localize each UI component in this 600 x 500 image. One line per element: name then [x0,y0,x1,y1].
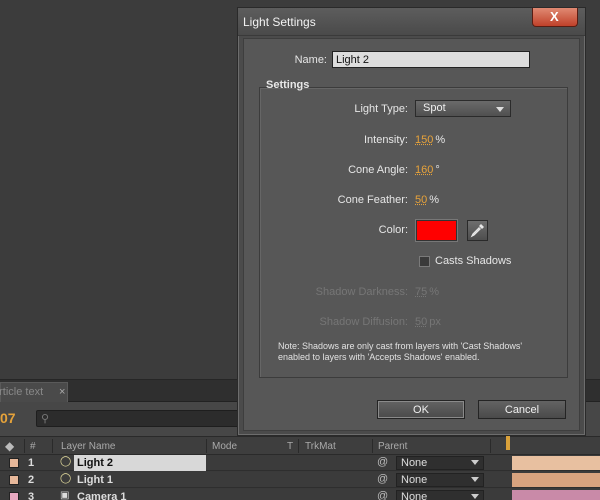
shadow-darkness-unit: % [429,286,439,298]
column-layer-name[interactable]: Layer Name [61,441,115,452]
layer-number: 3 [28,491,34,500]
label-column-icon[interactable]: ◆ [5,439,14,453]
layer-name[interactable]: Light 2 [74,455,206,471]
shadow-diffusion-value: 50 [415,316,427,328]
layer-name[interactable]: Light 1 [74,472,206,488]
eyedropper-button[interactable] [467,220,488,241]
eyedropper-icon [468,221,487,240]
layer-row[interactable]: 1 ◯ Light 2 @ None [0,455,600,471]
cancel-button[interactable]: Cancel [478,400,566,419]
search-icon: ⚲ [41,412,49,425]
layer-search-input[interactable]: ⚲ [36,410,241,427]
casts-shadows-checkbox[interactable] [419,256,430,267]
camera-icon: ▣ [60,490,69,500]
light-settings-dialog: Light Settings X Name: Settings Light Ty… [237,7,586,436]
column-parent[interactable]: Parent [378,441,407,452]
column-mode[interactable]: Mode [212,441,237,452]
intensity-field[interactable]: 150% [415,134,445,146]
light-icon: ◯ [60,473,71,484]
cone-angle-label: Cone Angle: [304,164,408,176]
cone-angle-field[interactable]: 160 ° [415,164,440,176]
cone-angle-value[interactable]: 160 [415,164,433,176]
cone-feather-label: Cone Feather: [304,194,408,206]
light-type-label: Light Type: [304,103,408,115]
chevron-down-icon [471,460,479,465]
layer-duration-bar[interactable] [512,473,600,487]
light-icon: ◯ [60,456,71,467]
layer-number: 1 [28,457,34,469]
intensity-label: Intensity: [304,134,408,146]
timecode[interactable]: 07 [0,410,16,426]
color-swatch[interactable] [416,220,457,241]
chevron-down-icon [496,107,504,112]
parent-value: None [401,491,427,500]
pickwhip-icon[interactable]: @ [377,456,388,468]
parent-dropdown[interactable]: None [396,473,484,487]
group-divider [324,87,568,88]
shadow-diffusion-field: 50 px [415,316,441,328]
name-input[interactable] [332,51,530,68]
tab-label: article text [0,386,43,398]
dialog-titlebar[interactable]: Light Settings X [238,8,585,36]
dialog-body: Name: Settings Light Type: Spot Intensit… [243,38,580,431]
intensity-unit: % [435,134,445,146]
cone-feather-value[interactable]: 50 [415,194,427,206]
layer-color-label[interactable] [9,458,19,468]
color-label: Color: [304,224,408,236]
cone-angle-unit: ° [435,164,439,176]
shadow-darkness-value: 75 [415,286,427,298]
cone-feather-field[interactable]: 50% [415,194,439,206]
dialog-title: Light Settings [243,15,316,29]
light-type-value: Spot [423,102,446,114]
chevron-down-icon [471,494,479,499]
intensity-value[interactable]: 150 [415,134,433,146]
tab-close-icon[interactable]: × [59,386,65,398]
parent-value: None [401,474,427,486]
shadow-note: Note: Shadows are only cast from layers … [278,341,548,363]
shadow-diffusion-label: Shadow Diffusion: [284,316,408,328]
ok-button[interactable]: OK [377,400,465,419]
timeline-column-headers: ◆ # Layer Name Mode T TrkMat Parent [0,436,600,455]
chevron-down-icon [471,477,479,482]
layer-row[interactable]: 3 ▣ Camera 1 @ None [0,489,600,500]
shadow-darkness-field: 75% [415,286,439,298]
layer-name[interactable]: Camera 1 [74,489,206,500]
settings-group-title: Settings [266,79,309,91]
cone-feather-unit: % [429,194,439,206]
tab-comp[interactable]: article text × [0,382,68,402]
close-button[interactable]: X [532,8,578,27]
close-icon: X [550,9,559,24]
layer-number: 2 [28,474,34,486]
parent-dropdown[interactable]: None [396,490,484,500]
shadow-diffusion-unit: px [429,316,441,328]
layer-color-label[interactable] [9,475,19,485]
layer-duration-bar[interactable] [512,456,600,470]
parent-dropdown[interactable]: None [396,456,484,470]
layer-row[interactable]: 2 ◯ Light 1 @ None [0,472,600,488]
current-time-indicator[interactable] [506,436,510,450]
column-hash[interactable]: # [30,441,36,452]
layer-color-label[interactable] [9,492,19,500]
parent-value: None [401,457,427,469]
pickwhip-icon[interactable]: @ [377,490,388,500]
layer-duration-bar[interactable] [512,490,600,500]
casts-shadows-label[interactable]: Casts Shadows [435,255,511,267]
name-label: Name: [264,54,327,66]
column-t[interactable]: T [287,441,293,452]
column-trkmat[interactable]: TrkMat [305,441,336,452]
shadow-darkness-label: Shadow Darkness: [284,286,408,298]
light-type-dropdown[interactable]: Spot [415,100,511,117]
pickwhip-icon[interactable]: @ [377,473,388,485]
